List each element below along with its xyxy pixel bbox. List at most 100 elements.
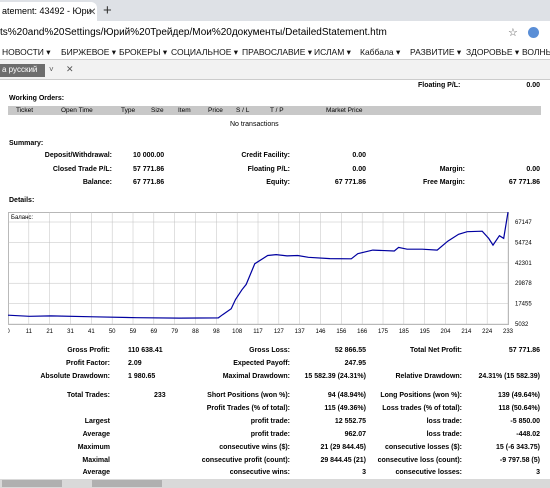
maximal-label: Maximal [82,457,110,464]
absolute-drawdown-label: Absolute Drawdown: [40,373,110,380]
x-tick-label: 204 [440,329,451,335]
maximal-consecutive-profit-value: 29 844.45 (21) [320,457,366,464]
extension-icon[interactable] [528,27,539,38]
chevron-down-icon[interactable]: ˅ [49,65,54,74]
address-bar[interactable]: ts%20and%20Settings/Юрий%20Трейдер/Мои%2… [0,21,550,44]
bookmarks-bar: НОВОСТИ ▾ БИРЖЕВОЕ ▾ БРОКЕРЫ ▾ СОЦИАЛЬНО… [0,44,550,60]
new-tab-icon[interactable]: + [103,2,112,19]
x-tick-label: 50 [109,329,116,335]
closed-pl-label: Closed Trade P/L: [52,166,112,173]
bookmark-orthodoxy[interactable]: ПРАВОСЛАВИЕ ▾ [242,47,312,58]
bookmark-brokers[interactable]: БРОКЕРЫ ▾ [119,47,167,58]
bookmark-islam[interactable]: ИСЛАМ ▾ [314,47,351,58]
gross-profit-value: 110 638.41 [128,347,163,354]
close-icon[interactable]: ✕ [66,64,74,75]
absolute-drawdown-value: 1 980.65 [128,373,156,380]
translate-bar: а русский ˅ ✕ [0,60,550,80]
free-margin-label: Free Margin: [422,179,465,186]
bookmark-news[interactable]: НОВОСТИ ▾ [2,47,51,58]
bookmark-social[interactable]: СОЦИАЛЬНОЕ ▾ [171,47,238,58]
x-tick-label: 185 [399,329,410,335]
y-tick-label: 5032 [515,322,529,328]
loss-trades-value: 118 (50.64%) [498,405,540,412]
tab-title: atement: 43492 - Юри [2,6,92,16]
col-tp: T / P [270,107,284,114]
net-profit-label: Total Net Profit: [410,347,462,354]
y-tick-label: 67147 [515,220,532,226]
deposit-label: Deposit/Withdrawal: [44,152,112,159]
maximal-consecutive-loss-label: consecutive loss (count): [377,457,462,464]
avg-consecutive-losses-value: 3 [536,469,540,476]
col-size: Size [151,107,164,114]
floating-pl-value-top: 0.00 [526,82,540,89]
average-label: Average [82,431,110,438]
x-tick-label: 41 [88,329,95,335]
x-tick-label: 224 [482,329,493,335]
gross-profit-label: Gross Profit: [67,347,110,354]
largest-profit-value: 12 552.75 [334,418,366,425]
average-loss-label: loss trade: [426,431,462,438]
x-tick-label: 156 [336,329,347,335]
x-tick-label: 175 [378,329,389,335]
relative-drawdown-label: Relative Drawdown: [395,373,462,380]
x-tick-label: 108 [232,329,243,335]
x-tick-label: 69 [150,329,157,335]
col-price: Price [208,107,223,114]
maximal-consecutive-loss-value: -9 797.58 (5) [499,457,540,464]
browser-tab[interactable]: atement: 43492 - Юри ✕ [0,2,97,21]
x-tick-label: 79 [171,329,178,335]
long-positions-label: Long Positions (won %): [380,392,462,399]
long-positions-value: 139 (49.64%) [497,392,540,399]
loss-trades-label: Loss trades (% of total): [382,405,462,412]
largest-loss-label: loss trade: [426,418,462,425]
col-ticket: Ticket [16,107,34,114]
bookmark-kabbalah[interactable]: Каббала ▾ [360,47,400,58]
language-select[interactable]: а русский [0,64,45,77]
profit-trades-label: Profit Trades (% of total): [206,405,290,412]
browser-tab-strip: atement: 43492 - Юри ✕ + [0,0,550,21]
margin-label: Margin: [439,166,465,173]
summary-title: Summary: [9,140,44,147]
closed-pl-value: 57 771.86 [133,166,165,173]
scrollbar-thumb[interactable] [2,480,62,487]
col-market-price: Market Price [326,107,363,114]
profit-trades-value: 115 (49.36%) [324,405,366,412]
balance-value: 67 771.86 [133,179,165,186]
average-profit-label: profit trade: [250,431,290,438]
bookmark-exchange[interactable]: БИРЖЕВОЕ ▾ [61,47,116,58]
tab-close-icon[interactable]: ✕ [88,7,96,18]
details-title: Details: [9,197,35,204]
floating-pl-value: 0.00 [352,166,366,173]
y-tick-label: 29878 [515,281,532,287]
chart-title: Баланс: [11,215,33,221]
x-tick-label: 146 [315,329,326,335]
col-type: Type [121,107,136,114]
balance-label: Balance: [82,179,112,186]
url-text[interactable]: ts%20and%20Settings/Юрий%20Трейдер/Мои%2… [0,27,387,38]
largest-loss-value: -5 850.00 [510,418,540,425]
max-consecutive-wins-label: consecutive wins ($): [219,444,290,451]
largest-label: Largest [84,418,110,425]
y-tick-label: 42301 [515,261,532,267]
bookmark-development[interactable]: РАЗВИТИЕ ▾ [410,47,461,58]
x-tick-label: 88 [192,329,199,335]
col-sl: S / L [236,107,250,114]
maximal-drawdown-value: 15 582.39 (24.31%) [304,373,367,380]
x-tick-label: 117 [253,329,263,335]
bookmark-star-icon[interactable]: ☆ [508,26,518,39]
bookmark-waves[interactable]: ВОЛНЫ [522,47,550,57]
deposit-value: 10 000.00 [133,152,165,159]
x-tick-label: 195 [420,329,431,335]
working-orders-title: Working Orders: [9,95,65,102]
horizontal-scrollbar[interactable] [0,479,550,488]
taskbar-item[interactable] [92,480,162,487]
x-tick-label: 127 [274,329,285,335]
x-tick-label: 0 [8,329,10,335]
bookmark-health[interactable]: ЗДОРОВЬЕ ▾ [466,47,519,58]
average2-label: Average [82,469,110,476]
total-trades-label: Total Trades: [66,392,110,399]
credit-label: Credit Facility: [241,152,290,159]
avg-consecutive-losses-label: consecutive losses: [395,469,462,476]
x-tick-label: 137 [295,329,306,335]
expected-payoff-label: Expected Payoff: [233,360,290,367]
